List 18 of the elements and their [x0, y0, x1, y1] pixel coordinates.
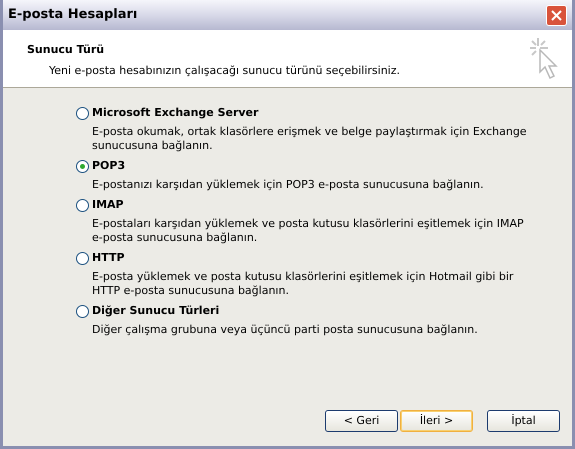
radio-option[interactable]: Microsoft Exchange Server: [76, 104, 258, 122]
wizard-button[interactable]: İleri >: [400, 410, 473, 432]
wizard-button[interactable]: < Geri: [325, 410, 398, 432]
radio-option[interactable]: HTTP: [76, 249, 125, 267]
radio-option[interactable]: Diğer Sunucu Türleri: [76, 302, 220, 320]
close-button[interactable]: [546, 4, 567, 26]
option-description: Diğer çalışma grubuna veya üçüncü parti posta sunucusuna bağlanın.: [91, 322, 479, 338]
option-description: E-posta yüklemek ve posta kutusu klasörlerini eşitlemek için Hotmail gibi bir HTTP e-posta sunucusuna bağlanın.: [91, 269, 514, 299]
window-title: E-posta Hesapları: [8, 6, 138, 24]
header-subtitle: Yeni e-posta hesabınızın çalışacağı sunucu türünü seçebilirsiniz.: [48, 62, 400, 78]
wizard-button[interactable]: İptal: [487, 410, 560, 432]
radio-option[interactable]: IMAP: [76, 196, 124, 214]
option-description: E-postaları karşıdan yüklemek ve posta kutusu klasörlerini eşitlemek için IMAP e-posta sunucusuna bağlanın.: [91, 216, 525, 246]
radio-option[interactable]: POP3: [76, 157, 126, 175]
option-description: E-postanızı karşıdan yüklemek için POP3 e-posta sunucusuna bağlanın.: [91, 177, 485, 193]
option-description: E-posta okumak, ortak klasörlere erişmek ve belge paylaştırmak için Exchange sunucusuna bağlanın.: [91, 124, 528, 154]
close-icon: [550, 8, 563, 22]
header-title: Sunucu Türü: [27, 42, 106, 58]
